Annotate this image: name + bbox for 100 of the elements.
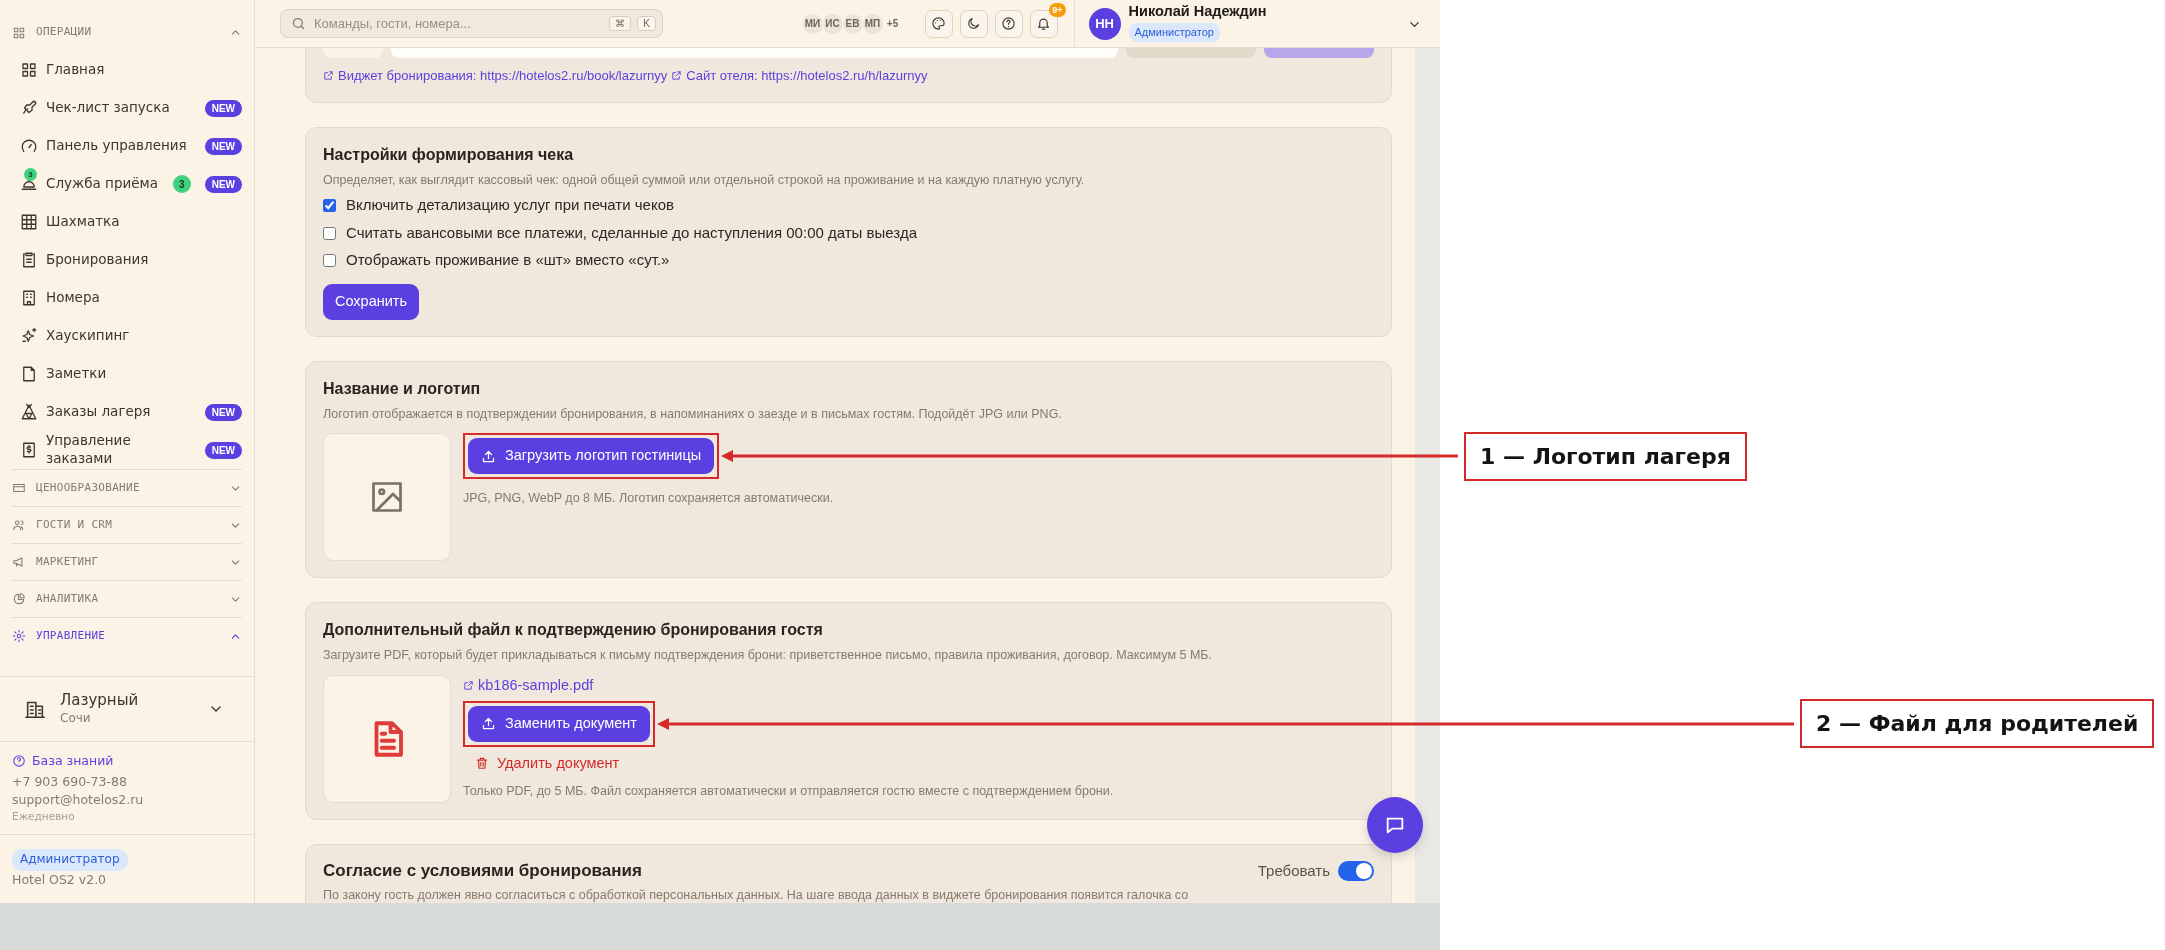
external-link-icon [671,70,683,82]
item-label: Главная [46,61,106,79]
support-email: support@hotelos2.ru [12,791,145,810]
trash-icon [475,756,489,771]
checkbox-label: Считать авансовыми все платежи, сделанные до наступления 00:00 даты выезда [346,222,917,243]
user-avatar[interactable]: МП [861,12,884,35]
dark-mode-button[interactable] [959,9,988,38]
property-city: Сочи [60,709,92,727]
checkbox-label: Включить детализацию услуг при печати чеков [346,195,674,216]
hint-text: JPG, PNG, WebP до 8 МБ. Логотип сохраняется автоматически. [463,490,834,507]
booking-link[interactable]: Сайт отеля: https://hotelos2.ru/h/lazurnyy [671,66,928,86]
pie-chart-icon [12,592,26,606]
count-badge: 3 [172,175,191,193]
callout-label: 2 — Файл для родителей [1800,699,2155,749]
card-description: По закону гость должен явно согласиться с обработкой персональных данных. На шаге ввода данных в виджете бронирования появится галочка со [323,886,1190,903]
section-header[interactable]: ОПЕРАЦИИ [12,14,242,51]
section-header[interactable]: ГОСТИ И CRM [12,506,242,543]
item-label: Управление заказами [46,432,132,468]
callout-label: 1 — Логотип лагеря [1464,431,1747,481]
count-badge: 3 [24,168,37,181]
toggle-label: Требовать [1257,860,1330,881]
input-field[interactable] [391,48,1118,58]
new-badge: NEW [204,99,242,117]
upload-icon [481,716,496,732]
moon-icon [966,16,982,31]
note-icon [20,365,38,383]
section-header[interactable]: МАРКЕТИНГ [12,543,242,580]
theme-button[interactable] [924,9,953,38]
checkbox[interactable] [323,254,336,267]
grid-table-icon [20,213,38,231]
item-label: Бронирования [46,251,150,269]
role-badge: Администратор [1128,23,1220,42]
booking-link[interactable]: Виджет бронирования: https://hotelos2.ru/book/lazurnyy [323,66,668,86]
support-hours: Ежедневно [12,809,76,825]
item-label: Хаускипинг [46,327,131,345]
users-icon [12,518,26,532]
item-label: Номера [46,289,101,307]
gauge-icon [20,137,38,155]
knowledge-base-link[interactable]: База знаний [12,751,114,770]
section-header[interactable]: ЦЕНООБРАЗОВАНИЕ [12,469,242,506]
help-button[interactable] [994,9,1023,38]
user-avatar[interactable]: ИС [821,12,844,35]
settings-icon [12,629,26,643]
shortcut-key: K [637,16,656,31]
property-name: Лазурный [60,690,140,709]
item-label: Заметки [46,365,108,383]
checkbox[interactable] [323,199,336,212]
checkbox-label: Отображать проживание в «шт» вместо «сут.» [346,250,670,271]
sparkles-icon [20,327,38,345]
search-icon [291,16,306,31]
card-title: Согласие с условиями бронирования [323,860,643,882]
upload-icon [481,448,496,464]
search-input[interactable]: Команды, гости, номера... [312,12,604,35]
new-badge: NEW [204,175,242,193]
user-name: Николай Надеждин [1128,3,1267,20]
external-link-icon [323,70,334,82]
upload-button[interactable]: Загрузить логотип гостиницы [468,438,715,474]
section-header[interactable]: АНАЛИТИКА [12,580,242,617]
user-avatar[interactable]: НН [1088,7,1121,40]
rocket-icon [20,99,38,117]
help-icon [12,753,26,768]
app-version: Hotel OS2 v2.0 [12,870,108,889]
section-header[interactable]: УПРАВЛЕНИЕ [12,617,242,654]
search-field[interactable]: Команды, гости, номера... ⌘ K [280,9,663,38]
credit-card-icon [12,481,26,495]
help-icon [1001,16,1017,31]
user-avatar[interactable]: МИ [801,12,824,35]
checkbox[interactable] [323,226,336,240]
bell-icon [1036,16,1052,31]
notification-badge: 9+ [1049,2,1066,17]
delete-button[interactable]: Удалить документ [463,750,632,777]
card-title: Название и логотип [323,378,482,399]
support-phone: +7 903 690-73-88 [12,773,128,791]
hint-text: Только PDF, до 5 МБ. Файл сохраняется автоматически и отправляется гостю вместе с подтверждением брони. [463,783,1114,801]
card-title: Настройки формирования чека [323,144,575,165]
item-label: Чек-лист запуска [46,99,171,117]
tent-icon [20,403,38,421]
card-description: Загрузите PDF, который будет прикладываться к письму подтверждения брони: приветственное письмо, правила проживания, договор. Максимум 5 МБ. [323,647,1213,665]
property-selector[interactable]: Лазурный Сочи [0,675,254,742]
file-link[interactable]: kb186-sample.pdf [463,675,594,697]
shortcut-key: ⌘ [609,16,632,31]
clipboard-icon [20,251,38,269]
dashboard-icon [12,25,26,40]
new-badge: NEW [204,441,242,459]
receipt-icon [20,441,38,459]
more-users[interactable]: +5 [881,12,904,35]
new-badge: NEW [204,137,242,155]
item-label: Панель управления [46,137,188,155]
building-icon [20,289,38,307]
megaphone-icon [12,555,26,569]
item-label: Заказы лагеря [46,403,152,421]
dashboard-icon [20,61,38,79]
card-description: Логотип отображается в подтверждении бронирования, в напоминаниях о заезде и в письмах гостям. Подойдёт JPG или PNG. [323,405,1063,423]
item-label: Шахматка [46,213,121,231]
user-avatar[interactable]: ЕВ [841,12,864,35]
new-badge: NEW [204,403,242,421]
save-button[interactable]: Сохранить [323,283,420,320]
card-description: Определяет, как выглядит кассовый чек: одной общей суммой или отдельной строкой на проживание и на каждую платную услугу. [323,171,1086,189]
toggle-switch[interactable] [1338,860,1374,881]
replace-button[interactable]: Заменить документ [468,705,650,742]
